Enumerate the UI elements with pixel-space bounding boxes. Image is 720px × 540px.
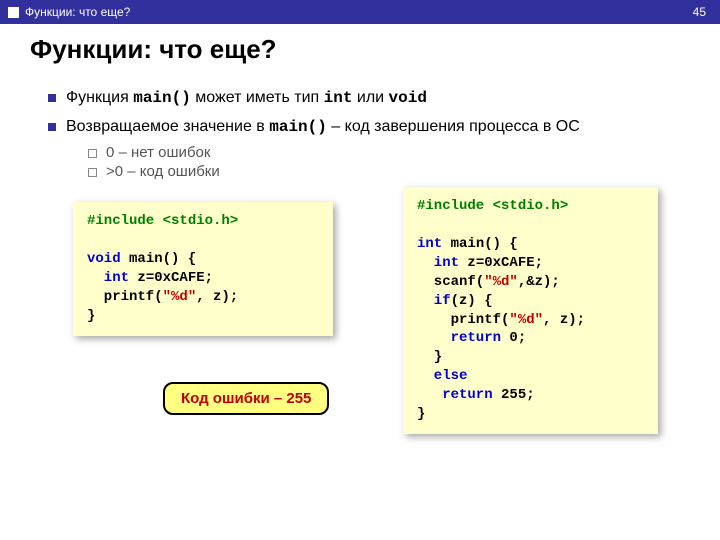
- code-block-left: #include <stdio.h> void main() { int z=0…: [73, 202, 333, 335]
- slide-header: Функции: что еще? 45: [0, 0, 720, 24]
- page-title: Функции: что еще?: [0, 24, 720, 69]
- code-token: void: [87, 251, 121, 267]
- code-token: "%d": [484, 274, 518, 290]
- bullet-item: Функция main() может иметь тип int или v…: [48, 87, 672, 110]
- code-token: scanf(: [417, 274, 484, 290]
- code-block-right: #include <stdio.h> int main() { int z=0x…: [403, 187, 658, 434]
- text: – код завершения процесса в ОС: [327, 118, 580, 135]
- code-token: <stdio.h>: [493, 198, 569, 214]
- code-token: 0;: [501, 330, 526, 346]
- code-area: #include <stdio.h> void main() { int z=0…: [48, 202, 672, 522]
- bullet-list: Функция main() может иметь тип int или v…: [48, 87, 672, 180]
- code-token: int: [417, 255, 459, 271]
- code-token: #include: [417, 198, 493, 214]
- code-token: "%d": [509, 312, 543, 328]
- code-token: return: [417, 387, 493, 403]
- text: Функция: [66, 89, 133, 106]
- text: Возвращаемое значение в: [66, 118, 269, 135]
- code-token: #include: [87, 213, 163, 229]
- code-inline: void: [389, 89, 427, 107]
- code-token: , z);: [196, 289, 238, 305]
- breadcrumb: Функции: что еще?: [25, 5, 130, 19]
- code-token: else: [417, 368, 467, 384]
- sub-bullet-list: 0 – нет ошибок >0 – код ошибки: [48, 144, 672, 180]
- sub-bullet-item: 0 – нет ошибок: [88, 144, 672, 161]
- code-token: }: [417, 406, 425, 422]
- code-token: main() {: [121, 251, 197, 267]
- code-token: }: [417, 349, 442, 365]
- code-token: ,&z);: [518, 274, 560, 290]
- code-token: printf(: [87, 289, 163, 305]
- code-inline: main(): [133, 89, 191, 107]
- bullet-item: Возвращаемое значение в main() – код зав…: [48, 116, 672, 139]
- page-number: 45: [693, 5, 706, 19]
- code-token: main() {: [442, 236, 518, 252]
- code-token: (z) {: [451, 293, 493, 309]
- header-bullet-icon: [8, 7, 19, 18]
- callout-error-code: Код ошибки – 255: [163, 382, 329, 415]
- sub-bullet-item: >0 – код ошибки: [88, 163, 672, 180]
- code-token: int: [87, 270, 129, 286]
- slide-content: Функция main() может иметь тип int или v…: [0, 69, 720, 522]
- code-token: z=0xCAFE;: [459, 255, 543, 271]
- code-token: z=0xCAFE;: [129, 270, 213, 286]
- code-token: }: [87, 308, 95, 324]
- text: может иметь тип: [191, 89, 324, 106]
- text: или: [352, 89, 388, 106]
- code-token: "%d": [163, 289, 197, 305]
- code-token: printf(: [417, 312, 509, 328]
- code-token: if: [417, 293, 451, 309]
- code-token: int: [417, 236, 442, 252]
- code-inline: main(): [269, 118, 327, 136]
- code-token: <stdio.h>: [163, 213, 239, 229]
- code-token: return: [417, 330, 501, 346]
- code-token: 255;: [493, 387, 535, 403]
- code-token: , z);: [543, 312, 585, 328]
- code-inline: int: [324, 89, 353, 107]
